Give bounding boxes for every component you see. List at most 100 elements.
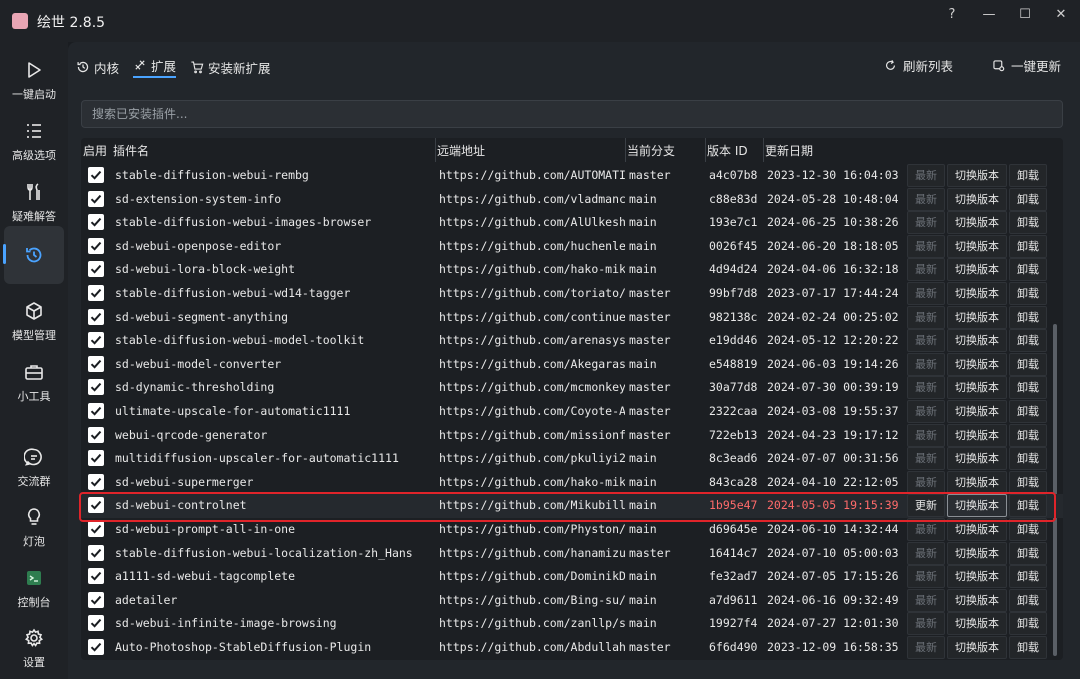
- uninstall-button[interactable]: 卸载: [1009, 376, 1047, 400]
- update-button[interactable]: 最新: [907, 329, 945, 353]
- enable-checkbox[interactable]: [88, 568, 104, 585]
- tab-kernel[interactable]: 内核: [76, 56, 119, 78]
- switch-version-button[interactable]: 切换版本: [947, 447, 1007, 471]
- uninstall-button[interactable]: 卸载: [1009, 305, 1047, 329]
- uninstall-button[interactable]: 卸载: [1009, 282, 1047, 305]
- switch-version-button[interactable]: 切换版本: [947, 305, 1007, 329]
- update-button[interactable]: 最新: [907, 187, 945, 211]
- sidebar-item-troubleshoot[interactable]: 疑难解答: [4, 170, 64, 228]
- update-button[interactable]: 最新: [907, 164, 945, 187]
- switch-version-button[interactable]: 切换版本: [947, 258, 1007, 282]
- enable-checkbox[interactable]: [88, 426, 104, 443]
- update-button[interactable]: 最新: [907, 211, 945, 235]
- enable-checkbox[interactable]: [88, 544, 104, 561]
- uninstall-button[interactable]: 卸载: [1009, 329, 1047, 353]
- switch-version-button[interactable]: 切换版本: [947, 400, 1007, 423]
- enable-checkbox[interactable]: [88, 332, 104, 349]
- tab-install-extension[interactable]: 安装新扩展: [190, 56, 271, 78]
- enable-checkbox[interactable]: [88, 308, 104, 325]
- switch-version-button[interactable]: 切换版本: [947, 541, 1007, 565]
- uninstall-button[interactable]: 卸载: [1009, 234, 1047, 258]
- maximize-button[interactable]: ☐: [1010, 4, 1040, 26]
- uninstall-button[interactable]: 卸载: [1009, 258, 1047, 282]
- switch-version-button[interactable]: 切换版本: [947, 234, 1007, 258]
- extension-url: https://github.com/Akegaras: [439, 356, 625, 371]
- update-button[interactable]: 最新: [907, 305, 945, 329]
- update-button[interactable]: 最新: [907, 447, 945, 471]
- minimize-button[interactable]: —: [974, 4, 1004, 26]
- enable-checkbox[interactable]: [88, 403, 104, 419]
- switch-version-button[interactable]: 切换版本: [947, 636, 1007, 659]
- sidebar-item-settings[interactable]: 设置: [4, 616, 64, 674]
- switch-version-button[interactable]: 切换版本: [947, 187, 1007, 211]
- extension-version: fe32ad7: [709, 569, 758, 584]
- enable-checkbox[interactable]: [88, 237, 104, 254]
- sidebar-item-advanced[interactable]: 高级选项: [4, 109, 64, 167]
- update-button[interactable]: 最新: [907, 612, 945, 636]
- update-button[interactable]: 最新: [907, 423, 945, 447]
- sidebar-item-tools[interactable]: 小工具: [4, 350, 64, 408]
- help-button[interactable]: ?: [937, 4, 967, 26]
- uninstall-button[interactable]: 卸载: [1009, 447, 1047, 471]
- uninstall-button[interactable]: 卸载: [1009, 352, 1047, 376]
- switch-version-button[interactable]: 切换版本: [947, 282, 1007, 305]
- switch-version-button[interactable]: 切换版本: [947, 470, 1007, 494]
- enable-checkbox[interactable]: [88, 214, 104, 231]
- sidebar-item-launch[interactable]: 一键启动: [4, 48, 64, 106]
- uninstall-button[interactable]: 卸载: [1009, 164, 1047, 187]
- uninstall-button[interactable]: 卸载: [1009, 211, 1047, 235]
- update-button[interactable]: 最新: [907, 258, 945, 282]
- update-button[interactable]: 最新: [907, 400, 945, 423]
- update-button[interactable]: 最新: [907, 636, 945, 659]
- search-input[interactable]: 搜索已安装插件...: [81, 100, 1063, 128]
- refresh-list-button[interactable]: 刷新列表: [884, 56, 953, 75]
- switch-version-button[interactable]: 切换版本: [947, 565, 1007, 589]
- switch-version-button[interactable]: 切换版本: [947, 164, 1007, 187]
- enable-checkbox[interactable]: [88, 473, 104, 490]
- update-button[interactable]: 最新: [907, 470, 945, 494]
- switch-version-button[interactable]: 切换版本: [947, 376, 1007, 400]
- update-button[interactable]: 最新: [907, 352, 945, 376]
- update-button[interactable]: 最新: [907, 282, 945, 305]
- sidebar-item-versions[interactable]: [3, 226, 64, 284]
- uninstall-button[interactable]: 卸载: [1009, 423, 1047, 447]
- uninstall-button[interactable]: 卸载: [1009, 612, 1047, 636]
- uninstall-button[interactable]: 卸载: [1009, 636, 1047, 659]
- close-button[interactable]: ✕: [1046, 4, 1076, 26]
- enable-checkbox[interactable]: [88, 355, 104, 372]
- update-button[interactable]: 最新: [907, 234, 945, 258]
- enable-checkbox[interactable]: [88, 639, 104, 655]
- uninstall-button[interactable]: 卸载: [1009, 187, 1047, 211]
- sidebar-item-bulb[interactable]: 灯泡: [4, 495, 64, 553]
- enable-checkbox[interactable]: [88, 285, 104, 301]
- enable-checkbox[interactable]: [88, 190, 104, 207]
- enable-checkbox[interactable]: [88, 379, 104, 396]
- update-button[interactable]: 最新: [907, 376, 945, 400]
- uninstall-button[interactable]: 卸载: [1009, 470, 1047, 494]
- enable-checkbox[interactable]: [88, 261, 104, 278]
- update-all-button[interactable]: 一键更新: [992, 56, 1061, 75]
- uninstall-button[interactable]: 卸载: [1009, 565, 1047, 589]
- sidebar-item-community[interactable]: 交流群: [4, 435, 64, 493]
- switch-version-button[interactable]: 切换版本: [947, 423, 1007, 447]
- switch-version-button[interactable]: 切换版本: [947, 612, 1007, 636]
- update-button[interactable]: 最新: [907, 565, 945, 589]
- sidebar-item-models[interactable]: 模型管理: [4, 289, 64, 347]
- tab-extensions[interactable]: 扩展: [133, 56, 177, 78]
- uninstall-button[interactable]: 卸载: [1009, 541, 1047, 565]
- enable-checkbox[interactable]: [88, 167, 104, 183]
- update-button[interactable]: 最新: [907, 541, 945, 565]
- update-button[interactable]: 最新: [907, 588, 945, 612]
- uninstall-button[interactable]: 卸载: [1009, 400, 1047, 423]
- switch-version-button[interactable]: 切换版本: [947, 329, 1007, 353]
- enable-checkbox[interactable]: [88, 615, 104, 632]
- extension-url: https://github.com/huchenle: [439, 238, 625, 253]
- enable-checkbox[interactable]: [88, 591, 104, 608]
- enable-checkbox[interactable]: [88, 450, 104, 467]
- switch-version-button[interactable]: 切换版本: [947, 211, 1007, 235]
- switch-version-button[interactable]: 切换版本: [947, 588, 1007, 612]
- uninstall-button[interactable]: 卸载: [1009, 588, 1047, 612]
- sidebar-item-console[interactable]: 控制台: [4, 556, 64, 614]
- enable-checkbox[interactable]: [88, 521, 104, 537]
- switch-version-button[interactable]: 切换版本: [947, 352, 1007, 376]
